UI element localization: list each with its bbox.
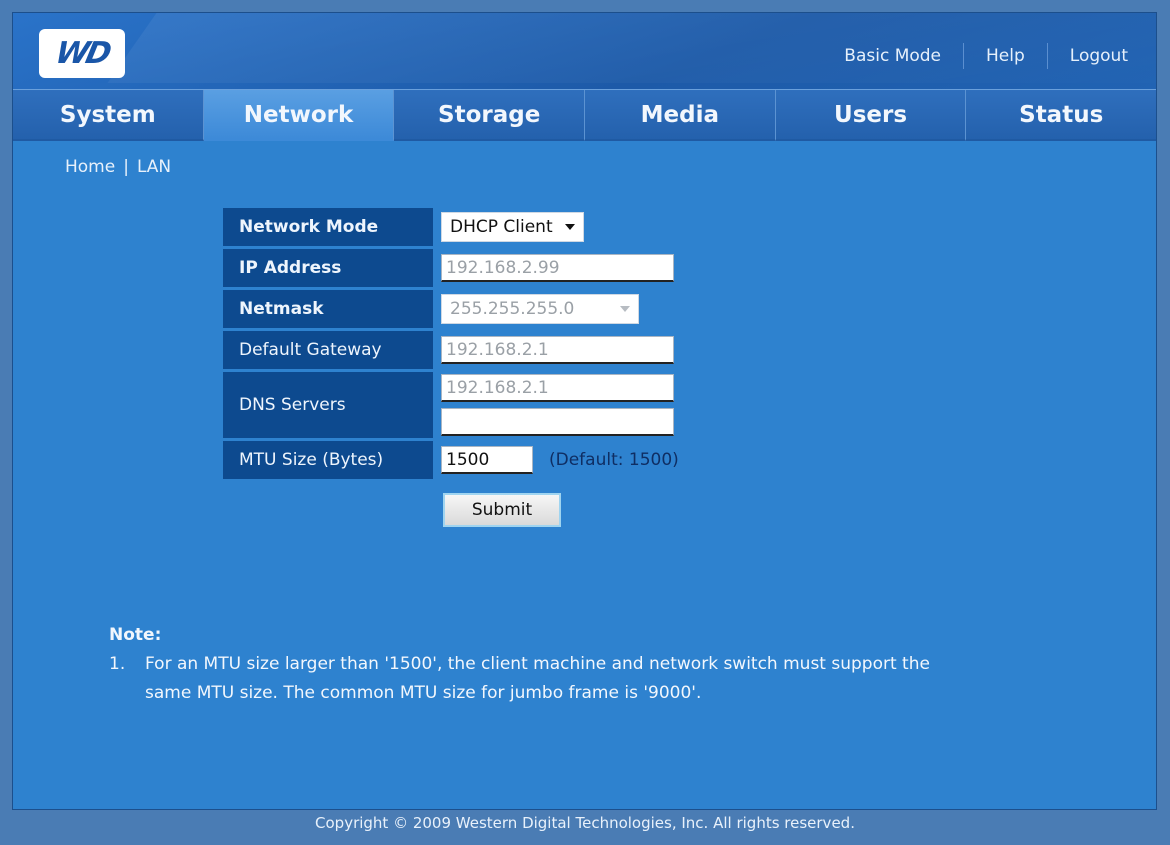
logo-text: WD [52, 36, 112, 71]
logout-link[interactable]: Logout [1070, 46, 1128, 66]
gateway-row: Default Gateway [223, 331, 679, 369]
help-link[interactable]: Help [986, 46, 1025, 66]
tab-users[interactable]: Users [775, 90, 967, 141]
basic-mode-link[interactable]: Basic Mode [844, 46, 941, 66]
dns-row: DNS Servers [223, 372, 679, 438]
netmask-select[interactable]: 255.255.255.0 [441, 294, 639, 324]
chevron-down-icon [564, 224, 575, 230]
dns-secondary-input[interactable] [441, 408, 674, 436]
network-mode-row: Network Mode DHCP Client [223, 208, 679, 246]
mtu-default-hint: (Default: 1500) [549, 450, 679, 470]
wd-logo[interactable]: WD [39, 29, 125, 78]
lan-settings-form: Network Mode DHCP Client IP Address Netm… [223, 208, 679, 482]
gateway-label: Default Gateway [223, 331, 433, 369]
note-title: Note: [109, 625, 162, 645]
note-item-text-line2: same MTU size. The common MTU size for j… [145, 683, 702, 703]
breadcrumb-current: LAN [136, 157, 172, 177]
tab-system[interactable]: System [13, 90, 204, 141]
note-section: Note: 1. For an MTU size larger than '15… [109, 621, 930, 708]
netmask-label: Netmask [223, 290, 433, 328]
header: WD Basic Mode Help Logout [13, 13, 1156, 89]
top-links: Basic Mode Help Logout [844, 43, 1128, 69]
dns-primary-input[interactable] [441, 374, 674, 402]
netmask-row: Netmask 255.255.255.0 [223, 290, 679, 328]
network-mode-select[interactable]: DHCP Client [441, 212, 584, 242]
mtu-input[interactable] [441, 446, 533, 474]
main-nav-tabs: System Network Storage Media Users Statu… [13, 89, 1157, 141]
gateway-input[interactable] [441, 336, 674, 364]
tab-media[interactable]: Media [585, 90, 776, 141]
dns-label: DNS Servers [223, 372, 433, 438]
submit-button[interactable]: Submit [443, 493, 561, 527]
netmask-value: 255.255.255.0 [450, 299, 575, 319]
breadcrumb: Home | LAN [65, 157, 171, 177]
mtu-label: MTU Size (Bytes) [223, 441, 433, 479]
ip-address-label: IP Address [223, 249, 433, 287]
network-mode-label: Network Mode [223, 208, 433, 246]
mtu-row: MTU Size (Bytes) (Default: 1500) [223, 441, 679, 479]
footer-copyright: Copyright © 2009 Western Digital Technol… [315, 814, 855, 832]
ip-address-row: IP Address [223, 249, 679, 287]
note-item: 1. For an MTU size larger than '1500', t… [109, 650, 930, 708]
tab-network[interactable]: Network [203, 90, 395, 141]
divider [1046, 43, 1048, 69]
ip-address-input[interactable] [441, 254, 674, 282]
breadcrumb-separator: | [123, 157, 129, 177]
page-frame: WD Basic Mode Help Logout System Network… [12, 12, 1157, 810]
divider [963, 43, 965, 69]
tab-status[interactable]: Status [966, 90, 1157, 141]
chevron-down-icon [620, 306, 630, 312]
tab-storage[interactable]: Storage [394, 90, 586, 141]
note-item-text-line1: For an MTU size larger than '1500', the … [145, 654, 930, 674]
note-item-number: 1. [109, 654, 126, 674]
breadcrumb-home[interactable]: Home [65, 157, 115, 177]
network-mode-value: DHCP Client [450, 217, 553, 237]
